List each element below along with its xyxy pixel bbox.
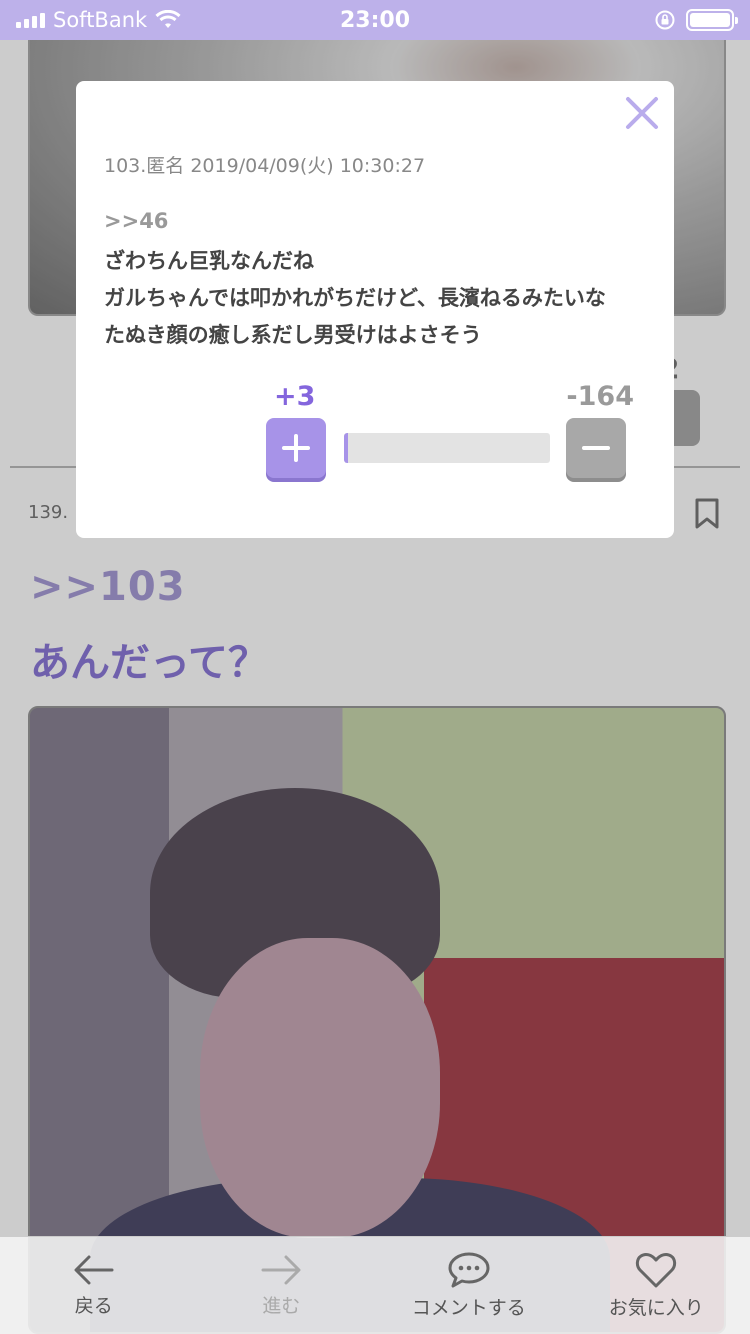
forward-button[interactable]: 進む bbox=[188, 1237, 376, 1334]
vote-ratio-fill bbox=[344, 433, 348, 463]
arrow-left-icon bbox=[74, 1255, 114, 1285]
plus-vote-button[interactable] bbox=[266, 418, 326, 478]
close-icon[interactable] bbox=[620, 91, 664, 135]
minus-vote-count: -164 bbox=[566, 381, 634, 412]
plus-icon bbox=[282, 434, 310, 462]
comment-button[interactable]: コメントする bbox=[375, 1237, 563, 1334]
comment-line: たぬき顔の癒し系だし男受けはよさそう bbox=[104, 323, 482, 347]
orientation-lock-icon bbox=[655, 10, 675, 30]
wifi-icon bbox=[155, 10, 181, 28]
bottom-toolbar: 戻る 進む コメントする お気に入り bbox=[0, 1236, 750, 1334]
battery-icon bbox=[686, 9, 738, 31]
minus-icon bbox=[582, 446, 610, 450]
back-label: 戻る bbox=[74, 1295, 113, 1317]
comment-line: ガルちゃんでは叩かれがちだけど、長濱ねるみたいな bbox=[104, 286, 606, 310]
favorite-button[interactable]: お気に入り bbox=[563, 1237, 750, 1334]
status-left: SoftBank bbox=[16, 8, 181, 32]
status-bar: SoftBank 23:00 bbox=[0, 0, 750, 40]
vote-ratio-bar bbox=[344, 433, 550, 463]
forward-label: 進む bbox=[262, 1295, 301, 1317]
back-button[interactable]: 戻る bbox=[0, 1237, 188, 1334]
favorite-label: お気に入り bbox=[608, 1297, 704, 1319]
carrier-label: SoftBank bbox=[53, 8, 148, 32]
comment-popup: 103.匿名 2019/04/09(火) 10:30:27 >>46 ざわちん巨… bbox=[76, 81, 674, 538]
heart-icon bbox=[636, 1252, 677, 1288]
comment-line: ざわちん巨乳なんだね bbox=[104, 249, 314, 273]
comment-label: コメントする bbox=[411, 1297, 526, 1319]
comment-meta: 103.匿名 2019/04/09(火) 10:30:27 bbox=[104, 155, 426, 177]
speech-bubble-icon bbox=[448, 1252, 490, 1288]
minus-vote-button[interactable] bbox=[566, 418, 626, 478]
plus-vote-count: +3 bbox=[274, 381, 316, 412]
arrow-right-icon bbox=[261, 1255, 301, 1285]
comment-reply-anchor[interactable]: >>46 bbox=[104, 209, 168, 233]
signal-icon bbox=[16, 12, 45, 28]
status-right bbox=[654, 9, 738, 31]
